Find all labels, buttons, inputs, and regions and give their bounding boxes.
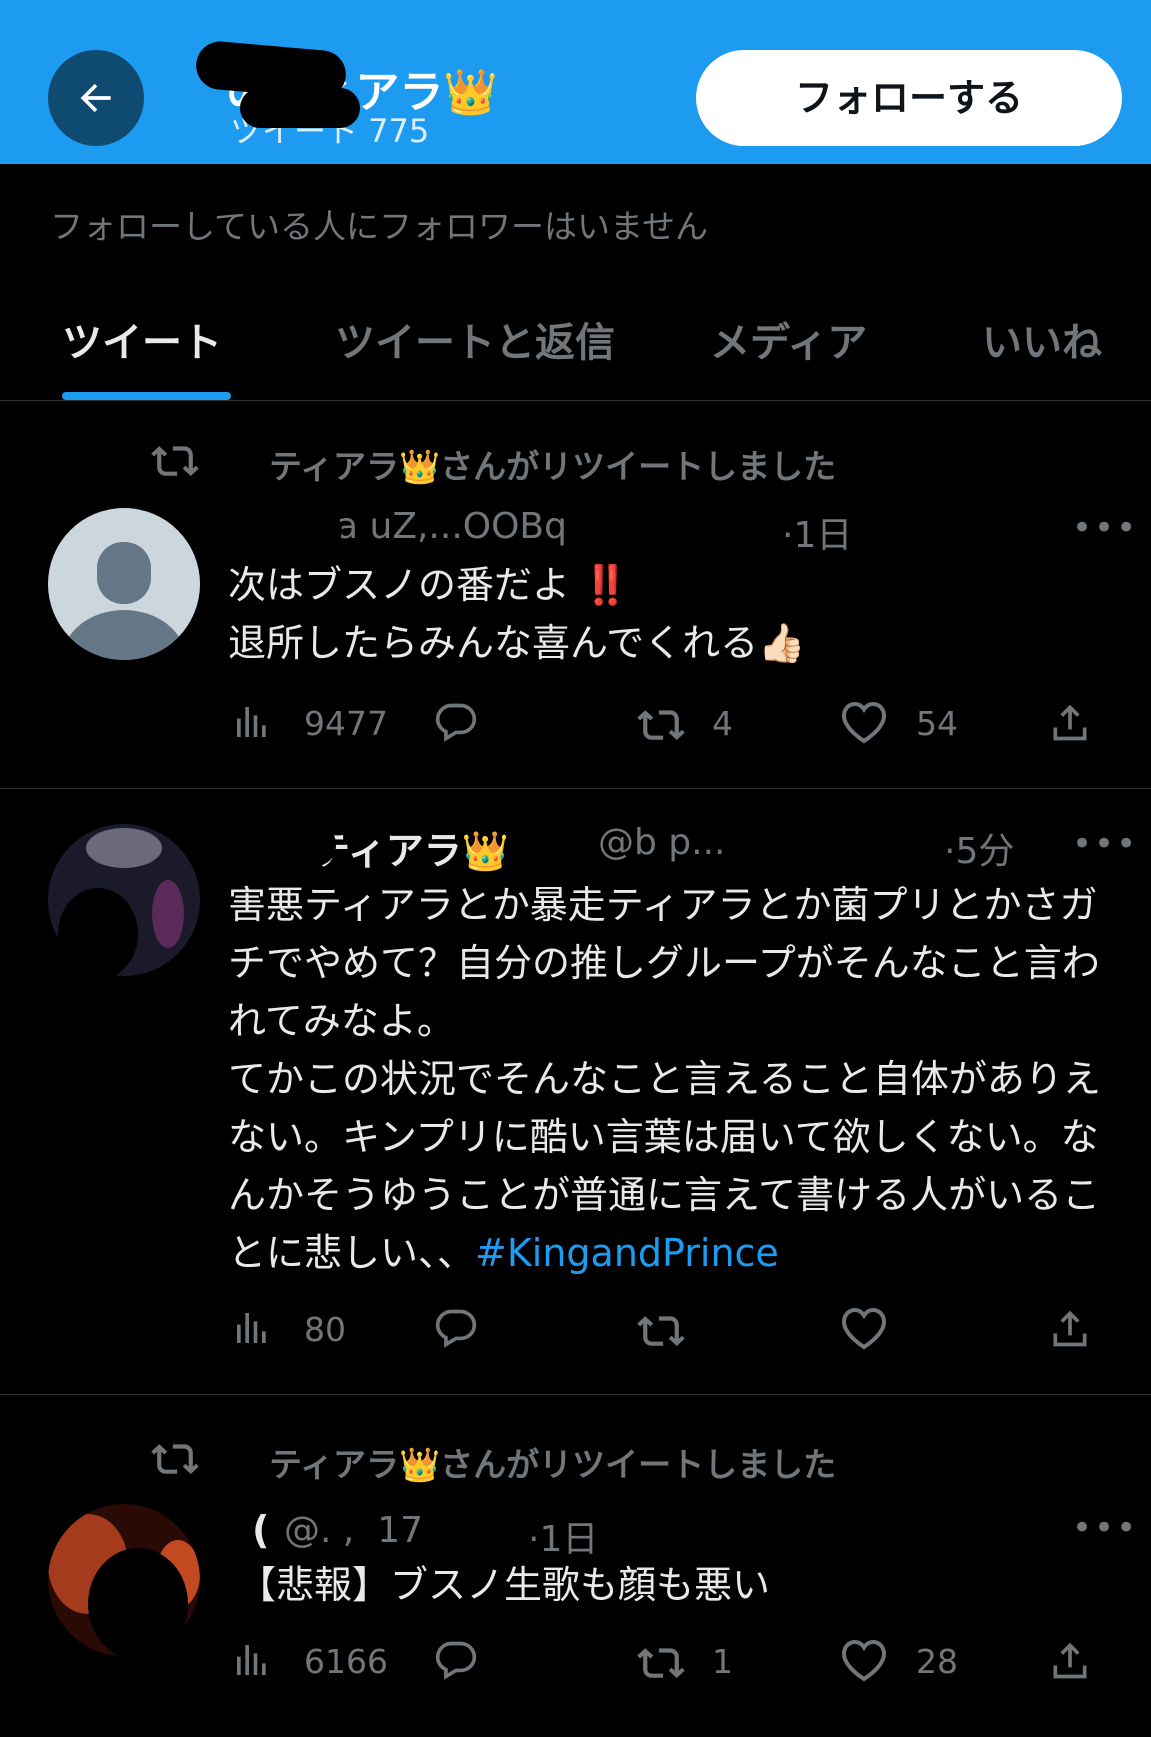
reply-icon[interactable] <box>432 700 480 748</box>
views-icon[interactable] <box>232 702 272 746</box>
tweet-handle[interactable]: @. , ‌ 17 <box>284 1510 423 1551</box>
redaction-mark <box>226 824 336 866</box>
retweet-label: のティアラ👑さんがリツイートしました <box>236 1445 837 1484</box>
views-count: 80 <box>304 1310 346 1349</box>
like-icon[interactable] <box>840 1638 888 1686</box>
like-count: 54 <box>916 704 958 743</box>
retweet-icon <box>148 438 202 484</box>
share-icon[interactable] <box>1048 1638 1092 1686</box>
follow-button[interactable]: フォローする <box>696 50 1122 146</box>
redaction-mark <box>240 88 360 128</box>
tab-media[interactable]: メディア <box>710 310 867 368</box>
tweet-author-name[interactable]: ティアラ👑 <box>312 820 509 875</box>
tweet-text-content: 害悪ティアラとか暴走ティアラとか菌プリとかさガチでやめて？自分の推しグループがそ… <box>228 883 1101 1275</box>
tweet-time: ·5分 <box>944 831 1015 872</box>
follower-note: フォローしている人にフォロワーはいません <box>50 207 709 246</box>
more-icon[interactable]: ••• <box>1072 508 1138 548</box>
tweet-author-name[interactable]: ( <box>252 1508 269 1552</box>
like-icon[interactable] <box>840 700 888 748</box>
avatar[interactable] <box>48 824 200 976</box>
retweet-icon[interactable] <box>634 1640 688 1686</box>
views-icon[interactable] <box>232 1640 272 1684</box>
back-arrow-icon <box>80 83 111 113</box>
divider <box>0 1394 1151 1395</box>
more-icon[interactable]: ••• <box>1072 824 1138 864</box>
divider <box>0 788 1151 789</box>
retweet-icon[interactable] <box>634 1308 688 1354</box>
retweet-icon <box>148 1436 202 1482</box>
hashtag-link[interactable]: #KingandPrince <box>475 1231 779 1275</box>
tab-likes[interactable]: いいね <box>982 310 1102 368</box>
tweet-handle[interactable]: @b p... <box>598 822 725 863</box>
divider <box>0 400 1151 401</box>
tab-tweets[interactable]: ツイート <box>62 310 222 368</box>
more-icon[interactable]: ••• <box>1072 1508 1138 1548</box>
retweet-icon[interactable] <box>634 702 688 748</box>
reply-icon[interactable] <box>432 1306 480 1354</box>
like-icon[interactable] <box>840 1306 888 1354</box>
back-button[interactable] <box>48 50 144 146</box>
retweet-count: 4 <box>712 704 733 743</box>
reply-icon[interactable] <box>432 1638 480 1686</box>
tab-indicator <box>62 392 231 400</box>
tweet-time: ·1日 <box>782 515 853 556</box>
tweet-time: ·1日 <box>528 1519 599 1560</box>
redaction-mark <box>226 436 272 480</box>
share-icon[interactable] <box>1048 700 1092 748</box>
views-count: 6166 <box>304 1642 388 1681</box>
redaction-mark <box>226 1434 272 1478</box>
tab-tweets-and-replies[interactable]: ツイートと返信 <box>335 310 615 368</box>
tweet-text: 害悪ティアラとか暴走ティアラとか菌プリとかさガチでやめて？自分の推しグループがそ… <box>228 876 1118 1282</box>
views-count: 9477 <box>304 704 388 743</box>
retweet-count: 1 <box>712 1642 733 1681</box>
avatar[interactable] <box>48 1504 200 1656</box>
tweet-text: 次はブスノの番だよ ‼️ 退所したらみんな喜んでくれる👍🏻 <box>228 563 806 665</box>
share-icon[interactable] <box>1048 1306 1092 1354</box>
avatar[interactable] <box>48 508 200 660</box>
default-avatar-icon <box>62 542 186 660</box>
like-count: 28 <box>916 1642 958 1681</box>
tweet-text: 【悲報】ブスノ生歌も顔も悪い <box>238 1563 771 1607</box>
retweet-label: のティアラ👑さんがリツイートしました <box>236 447 837 486</box>
views-icon[interactable] <box>232 1308 272 1352</box>
redaction-mark <box>232 510 342 550</box>
